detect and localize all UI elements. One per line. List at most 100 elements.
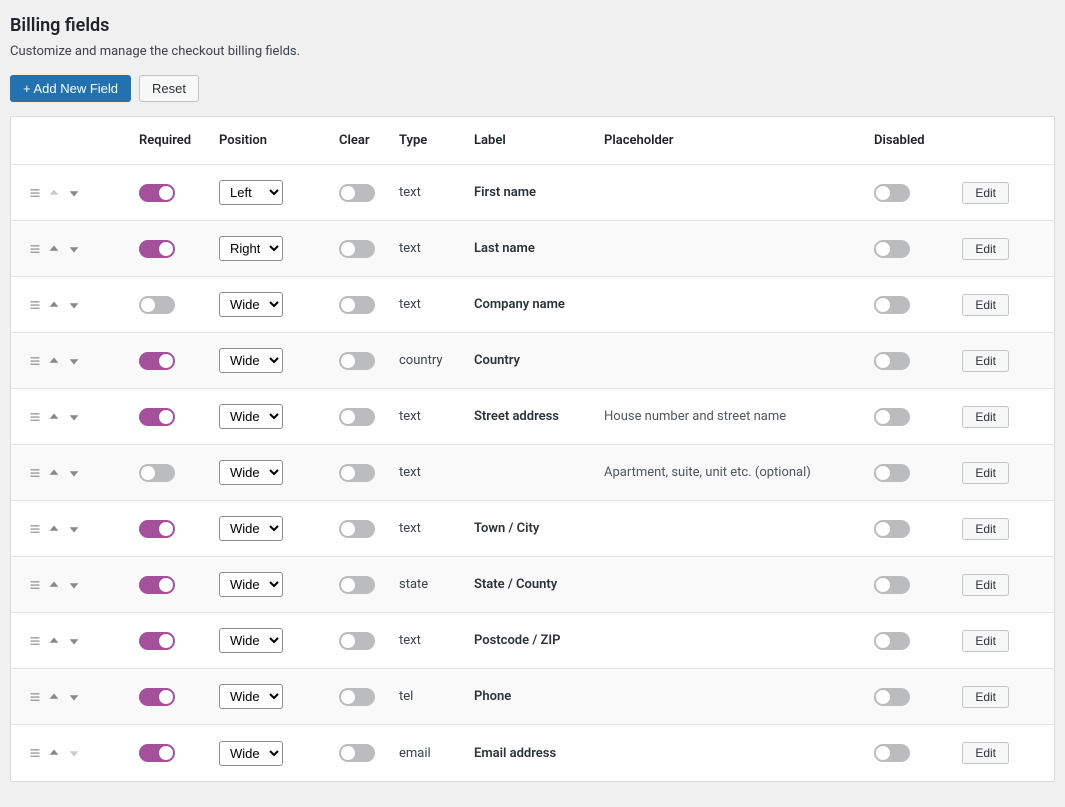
clear-toggle[interactable]	[339, 296, 375, 314]
drag-icon[interactable]	[29, 299, 41, 311]
col-position: Position	[219, 133, 339, 148]
label-value: First name	[474, 185, 604, 200]
edit-button[interactable]: Edit	[962, 686, 1009, 708]
required-toggle[interactable]	[139, 632, 175, 650]
type-value: state	[399, 577, 474, 592]
edit-button[interactable]: Edit	[962, 742, 1009, 764]
reset-button[interactable]: Reset	[139, 75, 199, 102]
sort-handles	[29, 578, 139, 592]
table-row: LeftRightWidetextPostcode / ZIPEdit	[11, 613, 1054, 669]
disabled-toggle[interactable]	[874, 520, 910, 538]
clear-toggle[interactable]	[339, 184, 375, 202]
move-down-icon[interactable]	[67, 522, 81, 536]
drag-icon[interactable]	[29, 355, 41, 367]
add-new-field-button[interactable]: + Add New Field	[10, 75, 131, 102]
required-toggle[interactable]	[139, 688, 175, 706]
sort-handles	[29, 522, 139, 536]
position-select[interactable]: LeftRightWide	[219, 628, 283, 653]
page-title: Billing fields	[10, 15, 1055, 36]
edit-button[interactable]: Edit	[962, 294, 1009, 316]
clear-toggle[interactable]	[339, 576, 375, 594]
edit-button[interactable]: Edit	[962, 350, 1009, 372]
disabled-toggle[interactable]	[874, 744, 910, 762]
disabled-toggle[interactable]	[874, 408, 910, 426]
sort-handles	[29, 746, 139, 760]
edit-button[interactable]: Edit	[962, 182, 1009, 204]
clear-toggle[interactable]	[339, 520, 375, 538]
disabled-toggle[interactable]	[874, 576, 910, 594]
table-row: LeftRightWidetextFirst nameEdit	[11, 165, 1054, 221]
required-toggle[interactable]	[139, 352, 175, 370]
position-select[interactable]: LeftRightWide	[219, 516, 283, 541]
clear-toggle[interactable]	[339, 632, 375, 650]
drag-icon[interactable]	[29, 243, 41, 255]
move-up-icon[interactable]	[47, 522, 61, 536]
drag-icon[interactable]	[29, 579, 41, 591]
disabled-toggle[interactable]	[874, 240, 910, 258]
edit-button[interactable]: Edit	[962, 630, 1009, 652]
edit-button[interactable]: Edit	[962, 574, 1009, 596]
clear-toggle[interactable]	[339, 464, 375, 482]
type-value: country	[399, 353, 474, 368]
edit-button[interactable]: Edit	[962, 518, 1009, 540]
move-down-icon[interactable]	[67, 578, 81, 592]
drag-icon[interactable]	[29, 411, 41, 423]
drag-icon[interactable]	[29, 523, 41, 535]
required-toggle[interactable]	[139, 464, 175, 482]
move-down-icon[interactable]	[67, 186, 81, 200]
position-select[interactable]: LeftRightWide	[219, 236, 283, 261]
required-toggle[interactable]	[139, 184, 175, 202]
clear-toggle[interactable]	[339, 352, 375, 370]
required-toggle[interactable]	[139, 240, 175, 258]
disabled-toggle[interactable]	[874, 184, 910, 202]
drag-icon[interactable]	[29, 635, 41, 647]
required-toggle[interactable]	[139, 744, 175, 762]
clear-toggle[interactable]	[339, 688, 375, 706]
move-down-icon[interactable]	[67, 410, 81, 424]
move-down-icon[interactable]	[67, 242, 81, 256]
required-toggle[interactable]	[139, 408, 175, 426]
move-up-icon[interactable]	[47, 746, 61, 760]
position-select[interactable]: LeftRightWide	[219, 684, 283, 709]
disabled-toggle[interactable]	[874, 464, 910, 482]
move-up-icon[interactable]	[47, 354, 61, 368]
position-select[interactable]: LeftRightWide	[219, 572, 283, 597]
position-select[interactable]: LeftRightWide	[219, 292, 283, 317]
move-down-icon[interactable]	[67, 298, 81, 312]
move-down-icon[interactable]	[67, 354, 81, 368]
move-up-icon[interactable]	[47, 298, 61, 312]
position-select[interactable]: LeftRightWide	[219, 404, 283, 429]
drag-icon[interactable]	[29, 747, 41, 759]
edit-button[interactable]: Edit	[962, 462, 1009, 484]
position-select[interactable]: LeftRightWide	[219, 741, 283, 766]
required-toggle[interactable]	[139, 296, 175, 314]
drag-icon[interactable]	[29, 467, 41, 479]
drag-icon[interactable]	[29, 691, 41, 703]
required-toggle[interactable]	[139, 520, 175, 538]
disabled-toggle[interactable]	[874, 296, 910, 314]
move-up-icon[interactable]	[47, 690, 61, 704]
clear-toggle[interactable]	[339, 744, 375, 762]
move-up-icon[interactable]	[47, 578, 61, 592]
position-select[interactable]: LeftRightWide	[219, 460, 283, 485]
move-up-icon[interactable]	[47, 466, 61, 480]
move-down-icon[interactable]	[67, 690, 81, 704]
move-down-icon[interactable]	[67, 466, 81, 480]
disabled-toggle[interactable]	[874, 352, 910, 370]
edit-button[interactable]: Edit	[962, 406, 1009, 428]
label-value: Last name	[474, 241, 604, 256]
disabled-toggle[interactable]	[874, 632, 910, 650]
edit-button[interactable]: Edit	[962, 238, 1009, 260]
required-toggle[interactable]	[139, 576, 175, 594]
move-up-icon[interactable]	[47, 242, 61, 256]
move-up-icon[interactable]	[47, 634, 61, 648]
move-up-icon[interactable]	[47, 410, 61, 424]
position-select[interactable]: LeftRightWide	[219, 180, 283, 205]
position-select[interactable]: LeftRightWide	[219, 348, 283, 373]
clear-toggle[interactable]	[339, 408, 375, 426]
drag-icon[interactable]	[29, 187, 41, 199]
disabled-toggle[interactable]	[874, 688, 910, 706]
table-row: LeftRightWidetextTown / CityEdit	[11, 501, 1054, 557]
move-down-icon[interactable]	[67, 634, 81, 648]
clear-toggle[interactable]	[339, 240, 375, 258]
